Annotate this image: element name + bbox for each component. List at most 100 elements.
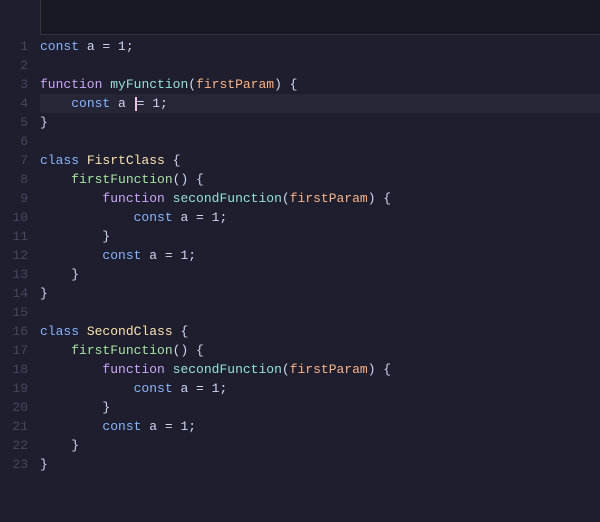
- token: [40, 208, 134, 227]
- code-line: const a = 1;: [40, 208, 600, 227]
- token: secondFunction: [173, 360, 282, 379]
- token: function: [102, 189, 164, 208]
- line-number: 10: [8, 208, 28, 227]
- code-line: const a = 1;: [40, 379, 600, 398]
- token: [79, 151, 87, 170]
- code-line: [40, 303, 600, 322]
- token: a = 1;: [173, 379, 228, 398]
- code-line: const a = 1;: [40, 246, 600, 265]
- line-number: 22: [8, 436, 28, 455]
- line-numbers: 1234567891011121314151617181920212223: [0, 35, 40, 522]
- token: = 1;: [134, 94, 168, 113]
- code-line: function secondFunction(firstParam) {: [40, 189, 600, 208]
- token: SecondClass: [87, 322, 173, 341]
- line-number: 14: [8, 284, 28, 303]
- code-line: firstFunction() {: [40, 341, 600, 360]
- code-line: class SecondClass {: [40, 322, 600, 341]
- token: firstFunction: [71, 170, 172, 189]
- token: [40, 170, 71, 189]
- code-line: }: [40, 227, 600, 246]
- code-line: [40, 56, 600, 75]
- token: const: [40, 37, 79, 56]
- code-line: }: [40, 436, 600, 455]
- code-line: firstFunction() {: [40, 170, 600, 189]
- line-number: 15: [8, 303, 28, 322]
- tab-index-js[interactable]: [0, 0, 41, 35]
- line-number: 12: [8, 246, 28, 265]
- token: [165, 360, 173, 379]
- line-number: 16: [8, 322, 28, 341]
- token: (: [282, 360, 290, 379]
- line-number: 1: [8, 37, 28, 56]
- token: firstFunction: [71, 341, 172, 360]
- line-number: 18: [8, 360, 28, 379]
- token: a = 1;: [141, 417, 196, 436]
- line-number: 21: [8, 417, 28, 436]
- code-line: }: [40, 455, 600, 474]
- line-number: 9: [8, 189, 28, 208]
- code-line: }: [40, 398, 600, 417]
- token: ) {: [368, 189, 391, 208]
- token: }: [40, 227, 110, 246]
- code-line: function myFunction(firstParam) {: [40, 75, 600, 94]
- code-line: const a = 1;: [40, 417, 600, 436]
- token: const: [102, 417, 141, 436]
- line-number: 6: [8, 132, 28, 151]
- code-line: }: [40, 265, 600, 284]
- cursor-icon: [135, 97, 137, 111]
- token: function: [40, 75, 102, 94]
- token: [40, 246, 102, 265]
- line-number: 13: [8, 265, 28, 284]
- tab-bar: [0, 0, 600, 35]
- token: const: [134, 379, 173, 398]
- token: function: [102, 360, 164, 379]
- token: const: [71, 94, 110, 113]
- line-number: 20: [8, 398, 28, 417]
- token: ) {: [368, 360, 391, 379]
- token: FisrtClass: [87, 151, 165, 170]
- token: [102, 75, 110, 94]
- token: const: [134, 208, 173, 227]
- token: [40, 360, 102, 379]
- code-line: class FisrtClass {: [40, 151, 600, 170]
- token: a = 1;: [79, 37, 134, 56]
- token: class: [40, 322, 79, 341]
- line-number: 23: [8, 455, 28, 474]
- token: }: [40, 284, 48, 303]
- token: (: [188, 75, 196, 94]
- token: [40, 189, 102, 208]
- token: const: [102, 246, 141, 265]
- token: a = 1;: [141, 246, 196, 265]
- line-number: 19: [8, 379, 28, 398]
- code-line: const a = 1;: [40, 94, 600, 113]
- line-number: 3: [8, 75, 28, 94]
- token: (: [282, 189, 290, 208]
- token: () {: [173, 341, 204, 360]
- token: () {: [173, 170, 204, 189]
- line-number: 7: [8, 151, 28, 170]
- code-line: const a = 1;: [40, 37, 600, 56]
- token: secondFunction: [173, 189, 282, 208]
- token: [79, 322, 87, 341]
- token: class: [40, 151, 79, 170]
- line-number: 2: [8, 56, 28, 75]
- token: }: [40, 265, 79, 284]
- token: }: [40, 436, 79, 455]
- code-line: }: [40, 284, 600, 303]
- line-number: 4: [8, 94, 28, 113]
- code-line: }: [40, 113, 600, 132]
- token: [165, 189, 173, 208]
- token: a = 1;: [173, 208, 228, 227]
- line-number: 17: [8, 341, 28, 360]
- token: [40, 417, 102, 436]
- line-number: 11: [8, 227, 28, 246]
- token: }: [40, 398, 110, 417]
- code-line: function secondFunction(firstParam) {: [40, 360, 600, 379]
- token: firstParam: [290, 360, 368, 379]
- code-line: [40, 132, 600, 151]
- token: {: [173, 322, 189, 341]
- code-area[interactable]: const a = 1; function myFunction(firstPa…: [40, 35, 600, 522]
- line-number: 5: [8, 113, 28, 132]
- token: }: [40, 455, 48, 474]
- token: [40, 341, 71, 360]
